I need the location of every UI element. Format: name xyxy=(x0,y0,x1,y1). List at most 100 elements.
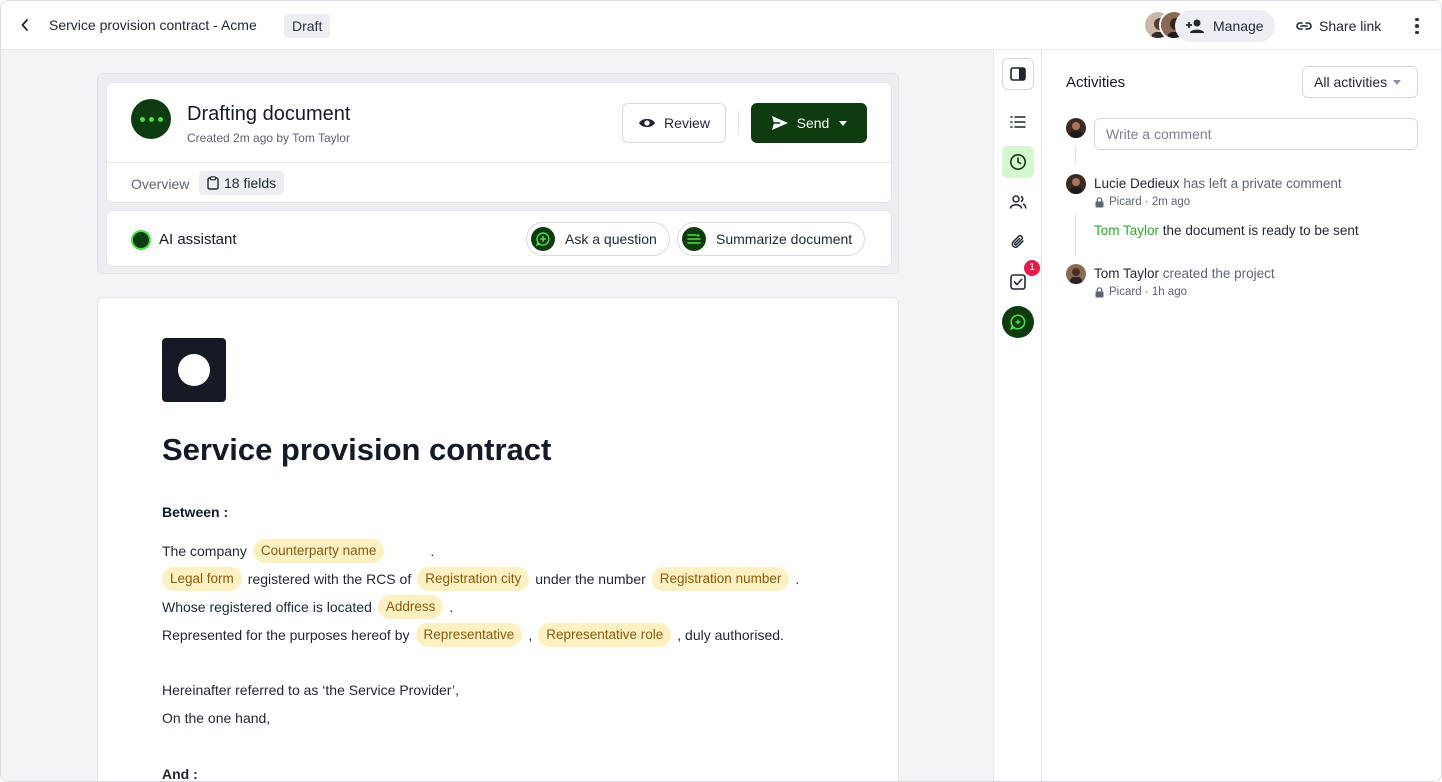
document-text: under the number xyxy=(535,571,646,587)
card-title: Drafting document xyxy=(187,103,351,125)
chat-sparkle-icon xyxy=(531,227,555,251)
more-options-button[interactable] xyxy=(1407,15,1427,37)
divider xyxy=(107,162,891,163)
summarize-document-button[interactable]: Summarize document xyxy=(677,222,866,256)
activity-text: created the project xyxy=(1162,266,1275,281)
document-text: . xyxy=(449,599,454,615)
document-title: Service provision contract - Acme xyxy=(49,17,257,33)
activity-item: Lucie Dedieux has left a private comment xyxy=(1094,176,1342,191)
activities-filter-dropdown[interactable]: All activities xyxy=(1302,66,1418,98)
ask-question-label: Ask a question xyxy=(565,231,657,247)
document-heading: Service provision contract xyxy=(162,432,552,467)
document-text: Whose registered office is located xyxy=(162,599,372,615)
tab-overview[interactable]: Overview xyxy=(131,176,189,192)
fields-count-chip[interactable]: 18 fields xyxy=(199,171,285,195)
add-person-icon xyxy=(1186,19,1204,33)
toggle-panel-button[interactable] xyxy=(1002,58,1034,90)
users-icon xyxy=(1009,195,1027,209)
timeline-connector xyxy=(1075,214,1076,256)
chevron-down-icon xyxy=(1393,79,1402,85)
send-label: Send xyxy=(796,115,830,131)
mention-link[interactable]: Tom Taylor xyxy=(1094,223,1159,238)
company-logo xyxy=(162,338,226,402)
nested-comment: Tom Taylor the document is ready to be s… xyxy=(1094,223,1359,238)
share-link-label: Share link xyxy=(1319,18,1382,34)
field-address[interactable]: Address xyxy=(377,595,444,619)
side-icon-rail: 1 xyxy=(993,50,1042,781)
avatar xyxy=(1066,174,1086,194)
activity-actor: Tom Taylor xyxy=(1094,266,1160,281)
document-line: On the one hand, xyxy=(162,710,271,726)
clipboard-icon xyxy=(207,176,219,190)
manage-button[interactable]: Manage xyxy=(1175,10,1275,42)
review-button[interactable]: Review xyxy=(622,103,726,143)
activity-meta-text: Picard · 2m ago xyxy=(1109,196,1191,208)
activities-button[interactable] xyxy=(1002,146,1034,178)
document-page: Service provision contract Between : The… xyxy=(97,297,899,781)
document-line: Whose registered office is located Addre… xyxy=(162,595,453,619)
clock-icon xyxy=(1010,154,1026,170)
document-line: Legal form registered with the RCS of Re… xyxy=(162,567,799,591)
activity-meta: Picard · 2m ago xyxy=(1095,196,1190,208)
ai-assistant-card: AI assistant Ask a question Summarize do… xyxy=(106,210,892,267)
activities-panel: Activities All activities Lucie Dedieux … xyxy=(1042,50,1441,781)
tasks-button[interactable]: 1 xyxy=(1002,260,1040,298)
list-icon xyxy=(1010,116,1026,128)
participants-button[interactable] xyxy=(1002,186,1034,218)
summarize-document-label: Summarize document xyxy=(716,231,853,247)
document-text: The company xyxy=(162,543,247,559)
document-line: Hereinafter referred to as ‘the Service … xyxy=(162,682,459,698)
app-window: Service provision contract - Acme Draft … xyxy=(0,0,1442,782)
field-counterparty-name[interactable]: Counterparty name xyxy=(252,539,385,563)
document-text: . xyxy=(430,543,435,559)
divider xyxy=(738,111,739,135)
card-subtitle: Created 2m ago by Tom Taylor xyxy=(187,131,350,145)
ai-chat-button[interactable] xyxy=(1002,306,1034,338)
link-icon xyxy=(1296,22,1312,30)
fields-count-label: 18 fields xyxy=(224,175,277,191)
comment-input[interactable] xyxy=(1094,118,1418,150)
top-bar: Service provision contract - Acme Draft … xyxy=(1,1,1441,50)
outline-button[interactable] xyxy=(1002,106,1034,138)
chat-sparkle-icon xyxy=(1009,314,1026,331)
send-button[interactable]: Send xyxy=(751,103,867,143)
document-line: The company Counterparty name . xyxy=(162,539,434,563)
activity-meta-text: Picard · 1h ago xyxy=(1109,286,1187,298)
avatar xyxy=(1066,264,1086,284)
document-text: , duly authorised. xyxy=(677,627,784,643)
activity-actor: Lucie Dedieux xyxy=(1094,176,1180,191)
send-icon xyxy=(771,116,788,130)
field-representative-role[interactable]: Representative role xyxy=(538,623,672,647)
back-button[interactable] xyxy=(15,15,35,35)
field-legal-form[interactable]: Legal form xyxy=(162,567,242,591)
field-registration-number[interactable]: Registration number xyxy=(651,567,790,591)
field-representative[interactable]: Representative xyxy=(415,623,523,647)
chevron-left-icon xyxy=(21,19,28,31)
share-link-button[interactable]: Share link xyxy=(1295,10,1381,42)
document-text: . xyxy=(795,571,800,587)
document-line: Represented for the purposes hereof by R… xyxy=(162,623,784,647)
ai-assistant-icon xyxy=(131,230,151,250)
field-registration-city[interactable]: Registration city xyxy=(417,567,530,591)
ai-assistant-title: AI assistant xyxy=(159,231,237,248)
activity-item: Tom Taylor created the project xyxy=(1094,266,1275,281)
avatar xyxy=(1066,118,1086,138)
kebab-icon xyxy=(1415,17,1419,22)
chevron-down-icon xyxy=(839,120,848,126)
document-status-card: Drafting document Created 2m ago by Tom … xyxy=(106,82,892,203)
comment-text: the document is ready to be sent xyxy=(1162,223,1359,238)
notification-badge: 1 xyxy=(1024,260,1040,276)
status-badge: Draft xyxy=(284,14,331,38)
section-label-between: Between : xyxy=(162,504,229,520)
manage-label: Manage xyxy=(1213,18,1264,34)
lock-icon xyxy=(1095,196,1104,207)
paperclip-icon xyxy=(1011,234,1024,248)
document-text: , xyxy=(528,627,533,643)
timeline-connector xyxy=(1075,146,1076,164)
activity-text: has left a private comment xyxy=(1183,176,1342,191)
drafting-status-icon xyxy=(131,99,171,139)
ask-question-button[interactable]: Ask a question xyxy=(526,222,670,256)
attachments-button[interactable] xyxy=(1002,226,1034,258)
summary-icon xyxy=(682,227,706,251)
document-text: Represented for the purposes hereof by xyxy=(162,627,410,643)
